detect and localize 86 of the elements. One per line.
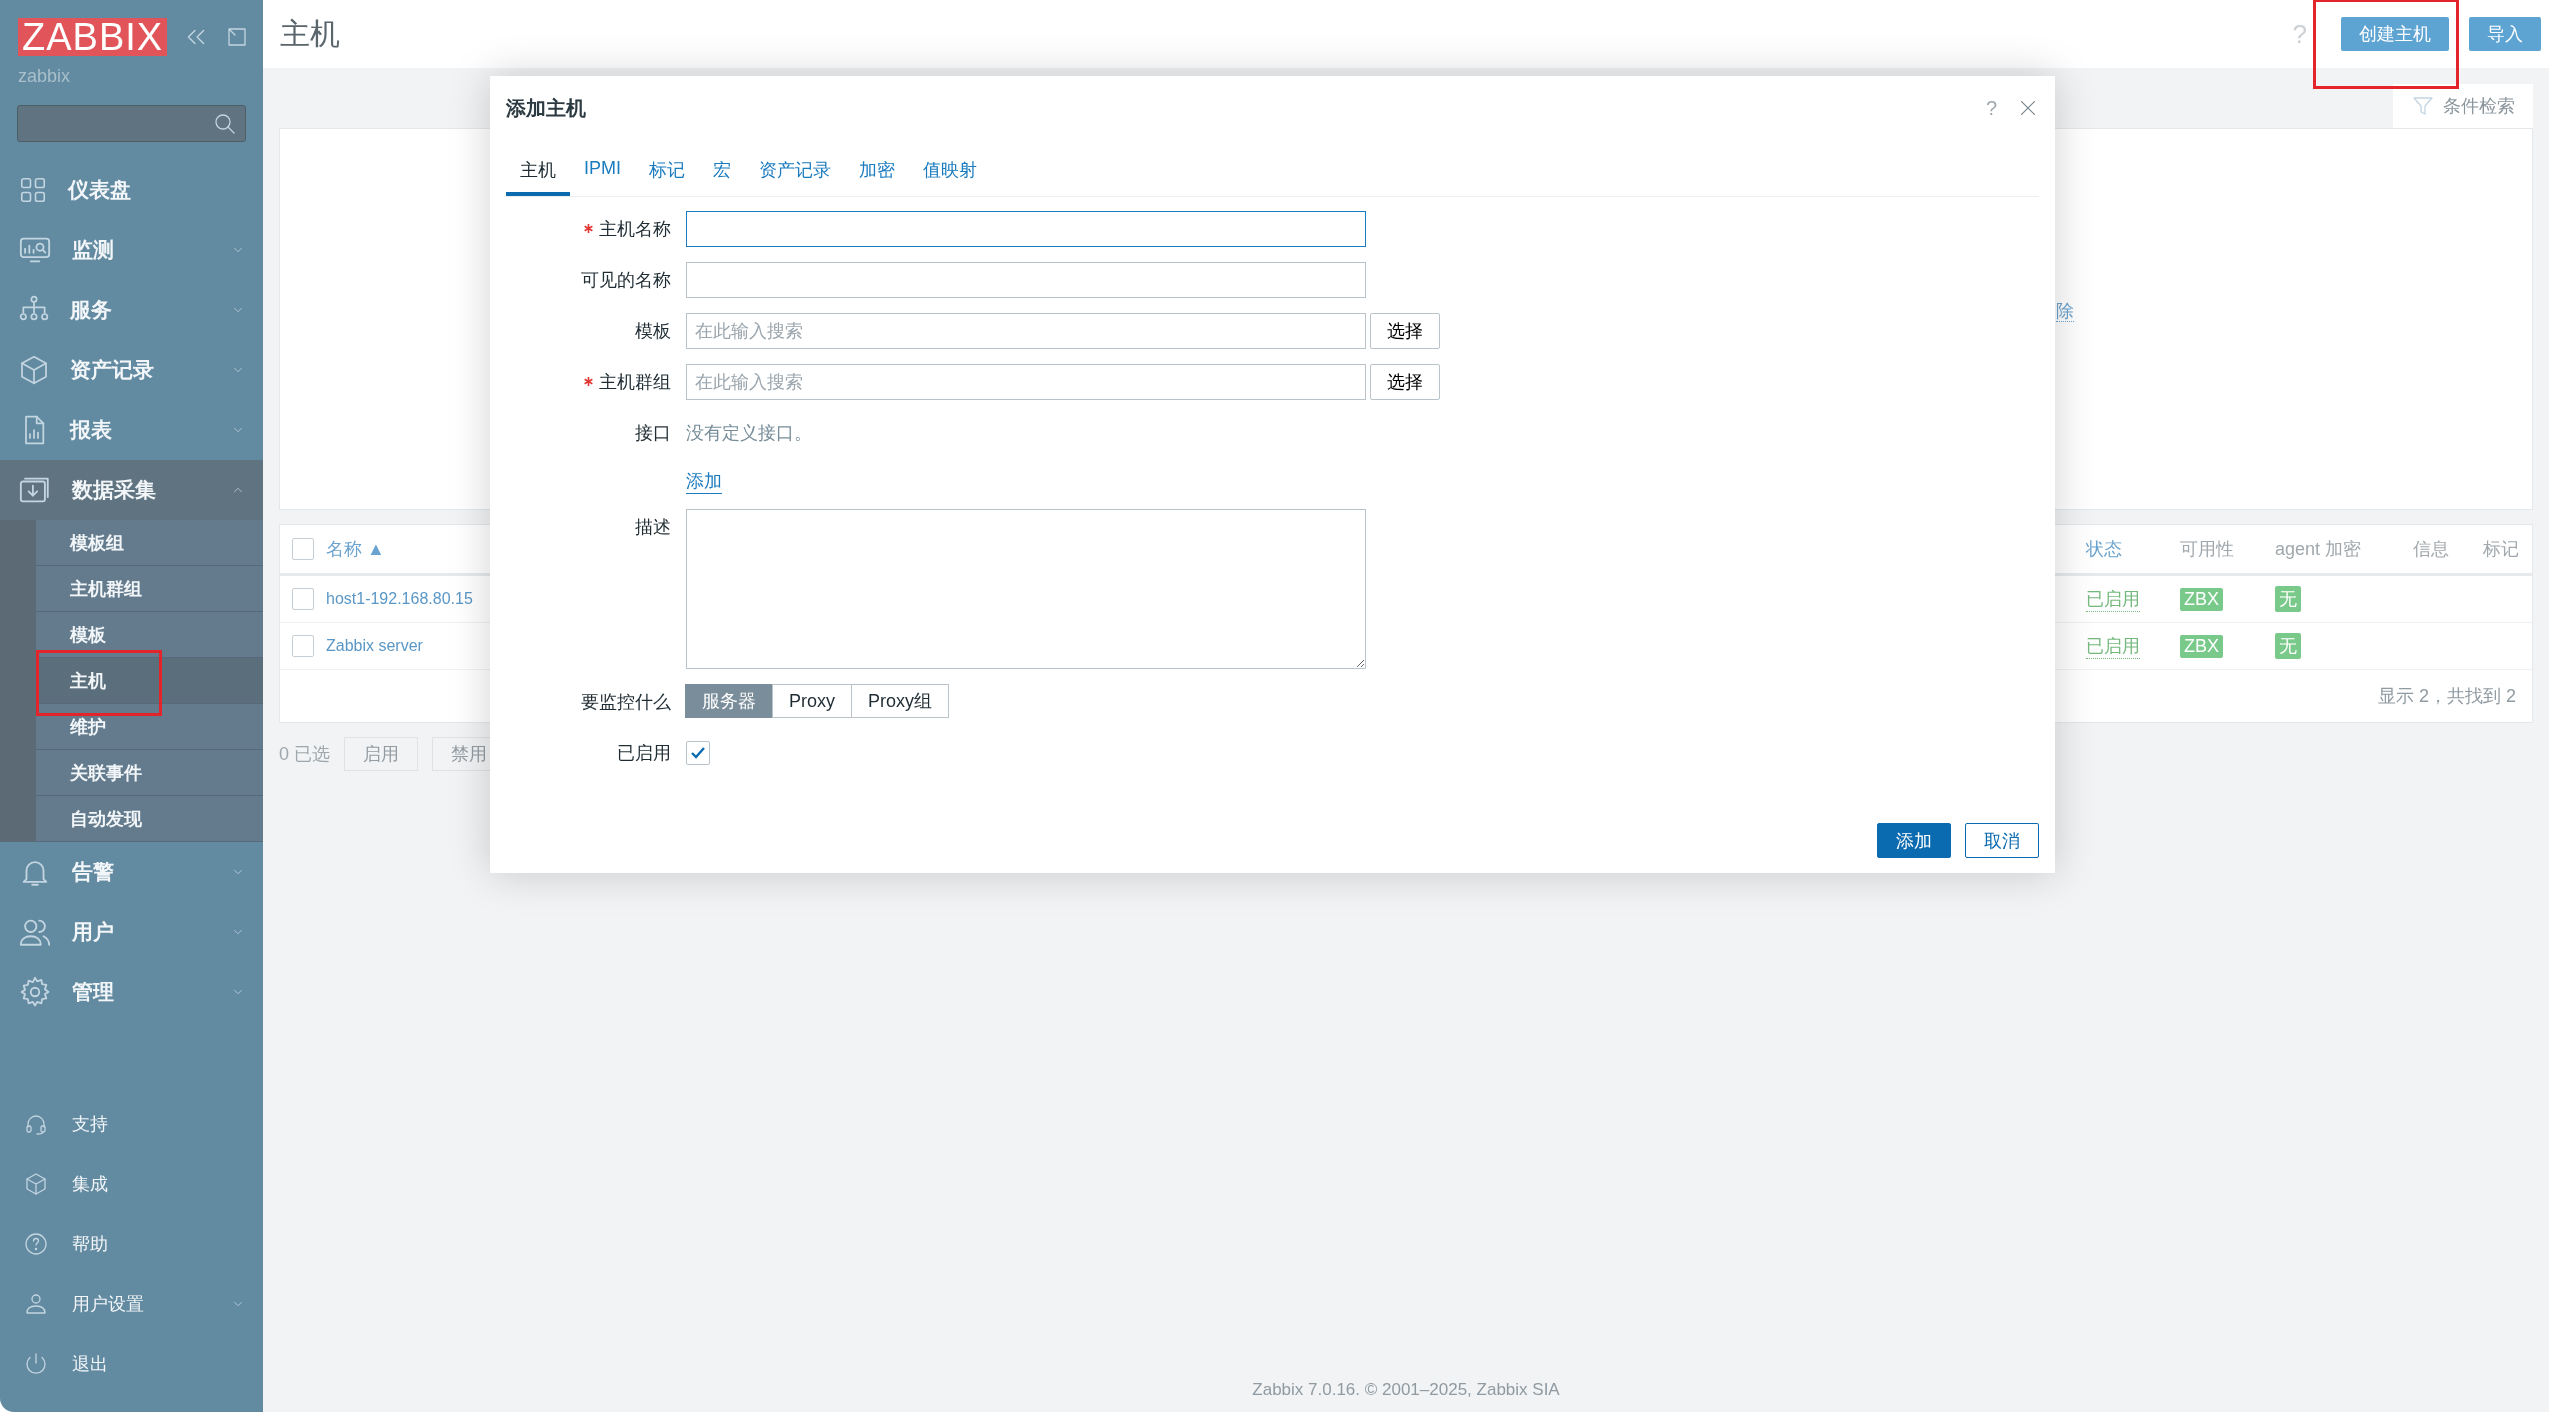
status-link[interactable]: 已启用 (2086, 633, 2140, 659)
field-label: 描述 (634, 516, 671, 539)
menu-item[interactable]: 资产记录 (0, 340, 263, 400)
checkbox[interactable] (292, 538, 314, 560)
dialog-button[interactable]: 取消 (1965, 823, 2039, 858)
help-link[interactable]: ? (1985, 96, 1997, 120)
availability-badge: ZBX (2180, 634, 2223, 658)
page-title: 主机 (280, 15, 341, 52)
menu-item[interactable]: 用户 (0, 902, 263, 962)
menu-item[interactable]: 报表 (0, 400, 263, 460)
help-icon (24, 1232, 48, 1256)
text-input[interactable] (686, 262, 1366, 298)
menu-item[interactable]: 管理 (0, 962, 263, 1022)
field-label: 可见的名称 (580, 269, 671, 292)
encryption-badge: 无 (2275, 586, 2301, 612)
selected-count: 0 已选 (279, 743, 330, 766)
column-header[interactable]: 标记 (2483, 537, 2532, 561)
tab[interactable]: 加密 (845, 148, 909, 196)
column-header[interactable]: 状态 (2086, 537, 2180, 561)
tab[interactable]: 主机 (506, 148, 570, 196)
power-icon (24, 1352, 48, 1376)
column-header[interactable]: agent 加密 (2275, 537, 2413, 561)
field-label: 模板 (634, 320, 671, 343)
filter-tab[interactable]: 条件检索 (2393, 84, 2533, 128)
cube-icon (24, 1172, 48, 1196)
search-icon (213, 111, 237, 136)
select-button[interactable]: 选择 (1370, 364, 1440, 400)
result-count: 显示 2，共找到 2 (2377, 685, 2516, 708)
search-field[interactable] (17, 105, 246, 142)
remove-link[interactable]: 除 (2056, 301, 2074, 322)
menu-item[interactable]: 支持 (0, 1094, 263, 1154)
tab[interactable]: 值映射 (909, 148, 991, 196)
checkbox[interactable] (292, 588, 314, 610)
required-icon (584, 224, 593, 233)
header-button[interactable]: 创建主机 (2341, 17, 2449, 51)
host-link[interactable]: Zabbix server (326, 637, 423, 655)
menu-item[interactable]: 仪表盘 (0, 160, 263, 220)
action-button[interactable]: 启用 (344, 737, 418, 771)
add-link[interactable]: 添加 (686, 469, 722, 494)
grid-icon (18, 175, 48, 205)
segment-option[interactable]: 服务器 (685, 684, 773, 718)
submenu-item[interactable]: 主机 (36, 658, 263, 704)
gear-icon (18, 975, 52, 1009)
field-label: 已启用 (616, 742, 671, 765)
server-name: zabbix (17, 65, 72, 87)
menu-item[interactable]: 服务 (0, 280, 263, 340)
footer-text: Zabbix 7.0.16. © 2001–2025, Zabbix SIA (1251, 1379, 1561, 1401)
cube-icon (18, 354, 50, 386)
checkbox[interactable] (686, 741, 710, 765)
field-label: 接口 (634, 422, 671, 445)
dialog-title: 添加主机 (506, 95, 587, 121)
description-textarea[interactable] (686, 509, 1366, 669)
checkbox[interactable] (292, 635, 314, 657)
header-button[interactable]: 导入 (2469, 17, 2541, 51)
tab[interactable]: 标记 (635, 148, 699, 196)
field-label: 要监控什么 (580, 691, 671, 714)
menu-item[interactable]: 告警 (0, 842, 263, 902)
menu-item[interactable]: 帮助 (0, 1214, 263, 1274)
headset-icon (24, 1112, 48, 1136)
field-label: 主机群组 (506, 364, 671, 400)
tab[interactable]: IPMI (570, 148, 635, 196)
user-icon (24, 1292, 48, 1316)
field-label: 主机名称 (506, 211, 671, 247)
interface-text: 没有定义接口。 (686, 422, 812, 445)
host-link[interactable]: host1-192.168.80.15 (326, 590, 473, 608)
status-link[interactable]: 已启用 (2086, 586, 2140, 612)
select-button[interactable]: 选择 (1370, 313, 1440, 349)
dialog-button[interactable]: 添加 (1877, 823, 1951, 858)
menu-item[interactable]: 数据采集 (0, 460, 263, 520)
menu-item[interactable]: 集成 (0, 1154, 263, 1214)
menu-item[interactable]: 监测 (0, 220, 263, 280)
text-input[interactable] (686, 211, 1366, 247)
menu-item[interactable]: 退出 (0, 1334, 263, 1394)
segment-option[interactable]: Proxy (772, 684, 852, 718)
column-header[interactable]: 可用性 (2180, 537, 2275, 561)
menu-item[interactable]: 用户设置 (0, 1274, 263, 1334)
tab[interactable]: 宏 (699, 148, 745, 196)
search-input[interactable]: 在此输入搜索 (686, 313, 1366, 349)
segment-option[interactable]: Proxy组 (851, 684, 950, 718)
availability-badge: ZBX (2180, 587, 2223, 611)
required-icon (584, 377, 593, 386)
encryption-badge: 无 (2275, 633, 2301, 659)
logo[interactable]: ZABBIX (18, 18, 168, 56)
tab[interactable]: 资产记录 (745, 148, 845, 196)
search-input[interactable]: 在此输入搜索 (686, 364, 1366, 400)
column-header[interactable]: 信息 (2413, 537, 2483, 561)
